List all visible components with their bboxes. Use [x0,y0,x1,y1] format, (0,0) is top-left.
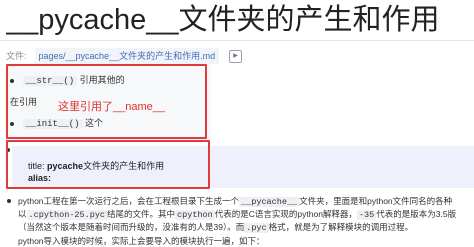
title-divider [0,40,474,41]
truncated-text-line: python导入模块的时候，实际上会要导入的模块执行一遍，如下： [18,236,265,246]
inline-code: .cpython-25.pyc [26,210,108,220]
bullet-icon [7,199,11,203]
inline-code: .pyc [244,223,269,233]
explanation-paragraph: python工程在第一次运行之后，会在工程根目录下生成一个 __pycache__… [18,195,472,234]
paragraph-text: 代表的是C语言实现的python解释器， [214,209,357,219]
inline-code: -35 [356,210,377,220]
file-label: 文件: [6,51,27,61]
file-info-row: 文件: pages/__pycache__文件夹的产生和作用.md ▶ [6,48,243,64]
paragraph-text: 格式，就是为了解释模块的调用过程。 [268,222,414,232]
file-path-link[interactable]: pages/__pycache__文件夹的产生和作用.md [34,48,220,64]
paragraph-text: 结尾的文件。其中 [107,209,176,219]
page-title: __pycache__文件夹的产生和作用 [6,4,440,36]
arrow-right-icon: ▶ [233,53,238,59]
paragraph-text: python工程在第一次运行之后，会在工程根目录下生成一个 [18,196,240,206]
inline-code: __pycache__ [239,197,300,207]
red-highlight-box [6,140,210,189]
open-file-button[interactable]: ▶ [229,49,243,63]
annotation-text: 这里引用了__name__ [58,101,165,113]
inline-code: cpython [175,210,215,220]
